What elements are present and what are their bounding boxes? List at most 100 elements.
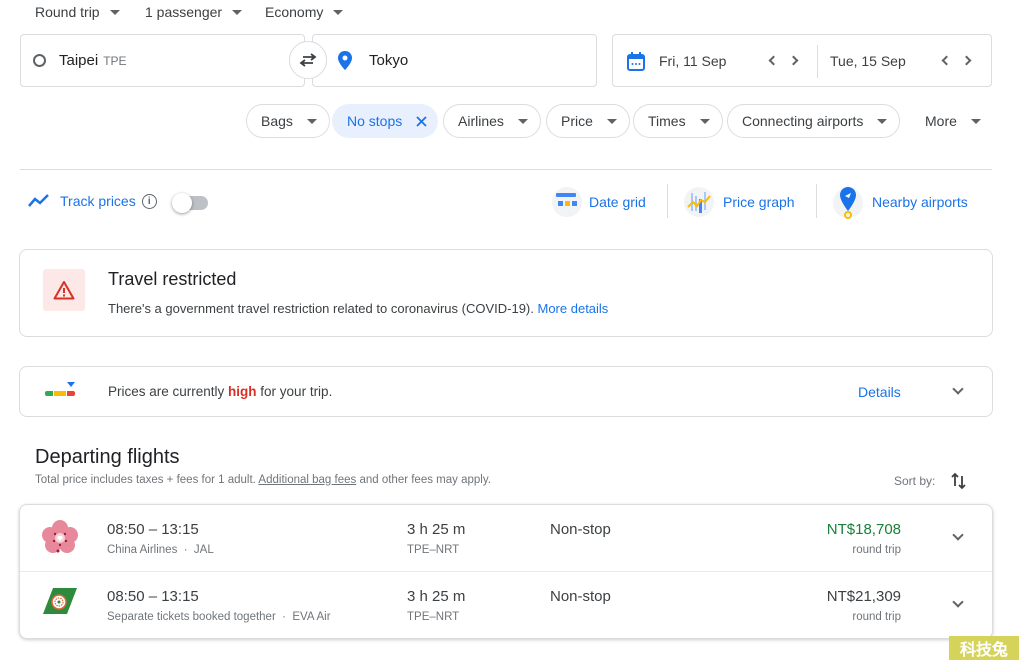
passenger-label: 1 passenger (145, 4, 223, 20)
track-prices-toggle[interactable] (172, 193, 208, 213)
origin-city: Taipei (59, 52, 99, 69)
flight-price: NT$18,708 (826, 521, 901, 538)
swap-icon (299, 53, 317, 67)
bag-fees-link[interactable]: Additional bag fees (258, 474, 356, 486)
chevron-down-icon[interactable] (952, 383, 964, 395)
caret-down-icon (306, 118, 317, 124)
watermark: 科技兔 (949, 636, 1019, 660)
filter-label: No stops (347, 113, 403, 129)
caret-down-icon (877, 118, 888, 124)
flight-route: TPE–NRT (407, 544, 460, 556)
caret-down-icon (333, 9, 344, 15)
filter-label: More (925, 113, 957, 129)
cabin-select[interactable]: Economy (265, 4, 344, 20)
trend-icon (28, 194, 49, 207)
note-prefix: Total price includes taxes + fees for 1 … (35, 474, 259, 486)
origin-input[interactable]: Taipei TPE (20, 34, 305, 87)
flight-price: NT$21,309 (826, 588, 901, 605)
destination-input[interactable]: Tokyo (312, 34, 597, 87)
info-icon[interactable]: i (141, 193, 157, 209)
travel-restriction-card: Travel restricted There's a government t… (19, 249, 993, 337)
origin-circle-icon (33, 54, 46, 67)
date-grid-icon (552, 187, 582, 217)
date-grid-button[interactable]: Date grid (552, 187, 646, 217)
warning-icon (53, 281, 75, 300)
flight-list: 08:50 – 13:15 China Airlines · JAL 3 h 2… (19, 504, 993, 639)
price-graph-button[interactable]: Price graph (684, 187, 795, 217)
track-prices[interactable]: Track prices i (28, 193, 157, 209)
divider (667, 184, 668, 218)
origin-code: TPE (103, 53, 127, 68)
china-airlines-logo (42, 520, 78, 553)
divider (816, 184, 817, 218)
details-link[interactable]: Details (858, 384, 901, 400)
flight-route: TPE–NRT (407, 611, 460, 623)
swap-button[interactable] (289, 41, 327, 79)
calendar-icon (627, 52, 645, 71)
filter-connecting-airports[interactable]: Connecting airports (727, 104, 901, 138)
filter-label: Price (561, 113, 593, 129)
passenger-select[interactable]: 1 passenger (145, 4, 243, 20)
flight-airlines: Separate tickets booked together · EVA A… (107, 611, 331, 623)
results-note: Total price includes taxes + fees for 1 … (35, 474, 491, 486)
flight-row[interactable]: 08:50 – 13:15 Separate tickets booked to… (20, 572, 992, 638)
depart-prev-icon[interactable] (768, 55, 779, 66)
date-divider (817, 45, 818, 78)
filter-label: Times (648, 113, 686, 129)
sort-label: Sort by: (894, 474, 936, 488)
price-insight-card[interactable]: Prices are currently high for your trip.… (19, 366, 993, 417)
return-next-icon[interactable] (961, 55, 972, 66)
price-insight-text: Prices are currently high for your trip. (108, 384, 332, 399)
depart-next-icon[interactable] (788, 55, 799, 66)
filter-times[interactable]: Times (633, 104, 723, 138)
nearby-airports-button[interactable]: Nearby airports (833, 185, 968, 219)
price-note: round trip (852, 544, 901, 556)
expand-chevron-icon[interactable] (952, 596, 964, 608)
eva-air-logo (43, 588, 77, 614)
sort-icon[interactable] (951, 472, 967, 490)
price-level-icon (45, 382, 75, 402)
more-details-link[interactable]: More details (538, 301, 609, 316)
expand-chevron-icon[interactable] (952, 529, 964, 541)
restriction-text: There's a government travel restriction … (108, 301, 608, 316)
flight-row[interactable]: 08:50 – 13:15 China Airlines · JAL 3 h 2… (20, 505, 992, 572)
flight-airlines: China Airlines · JAL (107, 544, 214, 556)
filter-price[interactable]: Price (546, 104, 630, 138)
warning-badge (43, 269, 85, 311)
filter-bags[interactable]: Bags (246, 104, 330, 138)
flight-stops: Non-stop (550, 521, 611, 538)
close-icon[interactable] (416, 115, 427, 127)
filter-no-stops[interactable]: No stops (332, 104, 439, 138)
caret-down-icon (232, 9, 243, 15)
price-note: round trip (852, 611, 901, 623)
flight-times: 08:50 – 13:15 (107, 521, 199, 538)
flight-duration: 3 h 25 m (407, 521, 466, 538)
trip-type-select[interactable]: Round trip (35, 4, 120, 20)
insight-suffix: for your trip. (256, 384, 333, 399)
caret-down-icon (699, 118, 710, 124)
track-prices-label: Track prices (60, 193, 136, 209)
flight-stops: Non-stop (550, 588, 611, 605)
toggle-knob (172, 193, 192, 213)
date-field: Fri, 11 Sep Tue, 15 Sep (612, 34, 992, 87)
caret-down-icon (606, 118, 617, 124)
flight-duration: 3 h 25 m (407, 588, 466, 605)
filter-label: Connecting airports (742, 113, 864, 129)
filter-label: Airlines (458, 113, 504, 129)
destination-city: Tokyo (369, 52, 409, 69)
location-pin-icon (338, 51, 352, 70)
filter-more[interactable]: More (910, 104, 994, 138)
divider (20, 169, 992, 170)
depart-date[interactable]: Fri, 11 Sep (659, 53, 726, 69)
note-suffix: and other fees may apply. (356, 474, 491, 486)
return-prev-icon[interactable] (941, 55, 952, 66)
restriction-title: Travel restricted (108, 269, 237, 289)
nearby-airports-icon (833, 187, 863, 219)
price-graph-label: Price graph (723, 194, 795, 210)
caret-down-icon (970, 118, 981, 124)
restriction-body: There's a government travel restriction … (108, 301, 534, 316)
cabin-label: Economy (265, 4, 324, 20)
insight-prefix: Prices are currently (108, 384, 229, 399)
filter-airlines[interactable]: Airlines (443, 104, 541, 138)
return-date[interactable]: Tue, 15 Sep (830, 53, 906, 69)
